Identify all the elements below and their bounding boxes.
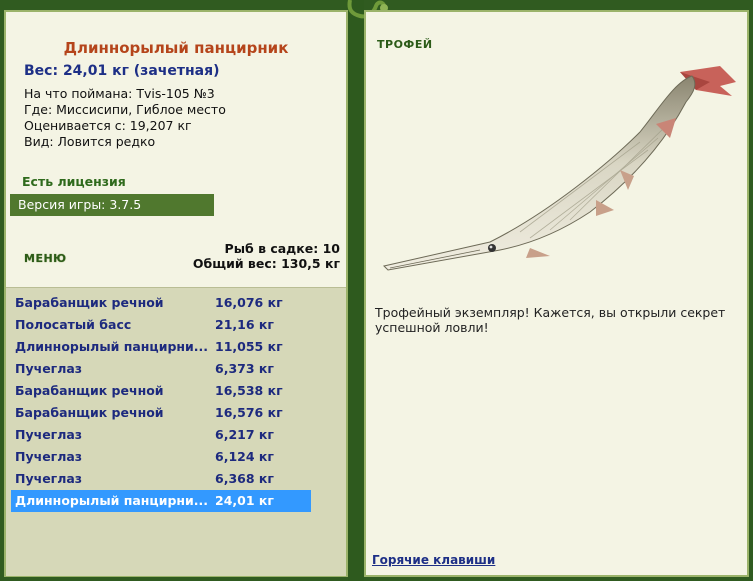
catch-name: Пучеглаз	[15, 361, 83, 376]
catch-row[interactable]: Длиннорылый панцирни... 11,055 кг	[11, 336, 311, 358]
gar-fish-image	[383, 66, 736, 271]
catch-row[interactable]: Полосатый басс 21,16 кг	[11, 314, 311, 336]
catch-name: Полосатый басс	[15, 317, 132, 332]
hotkeys-link[interactable]: Горячие клавиши	[372, 553, 495, 567]
catch-weight: 16,076 кг	[215, 295, 283, 310]
catch-list: Барабанщик речной 16,076 кг Полосатый басс…	[11, 292, 311, 512]
trophy-description: Трофейный экземпляр! Кажется, вы открыли…	[375, 305, 726, 335]
keepnet-stats: Рыб в садке: 10 Общий вес: 130,5 кг	[193, 241, 340, 271]
catch-name: Длиннорылый панцирни...	[15, 493, 209, 508]
catch-row[interactable]: Пучеглаз 6,124 кг	[11, 446, 311, 468]
version-bar: Версия игры: 3.7.5	[10, 194, 214, 216]
catch-name: Барабанщик речной	[15, 405, 164, 420]
catch-row[interactable]: Барабанщик речной 16,076 кг	[11, 292, 311, 314]
catch-weight: 6,373 кг	[215, 361, 274, 376]
license-status: Есть лицензия	[22, 174, 126, 189]
fish-weight: Вес: 24,01 кг (зачетная)	[24, 63, 220, 79]
fish-title: Длиннорылый панцирник	[63, 39, 289, 57]
catch-weight: 16,576 кг	[215, 405, 283, 420]
rarity-info: Вид: Ловится редко	[24, 134, 156, 149]
bait-info: На что поймана: Tvis-105 №3	[24, 86, 215, 101]
catch-name: Барабанщик речной	[15, 383, 164, 398]
catch-weight: 24,01 кг	[215, 493, 274, 508]
fish-details: Длиннорылый панцирник Вес: 24,01 кг (зач…	[6, 12, 346, 287]
trophy-label: ТРОФЕЙ	[377, 38, 433, 51]
catch-name: Пучеглаз	[15, 449, 83, 464]
fish-info-panel: Длиннорылый панцирник Вес: 24,01 кг (зач…	[4, 10, 348, 577]
game-window: Длиннорылый панцирник Вес: 24,01 кг (зач…	[0, 0, 753, 581]
catch-weight: 21,16 кг	[215, 317, 274, 332]
panel-divider	[348, 0, 364, 581]
catch-name: Пучеглаз	[15, 471, 83, 486]
catch-name: Барабанщик речной	[15, 295, 164, 310]
catch-name: Длиннорылый панцирни...	[15, 339, 209, 354]
menu-button[interactable]: МЕНЮ	[24, 252, 67, 265]
catch-name: Пучеглаз	[15, 427, 83, 442]
fish-count: Рыб в садке: 10	[224, 241, 340, 256]
total-weight: Общий вес: 130,5 кг	[192, 256, 340, 271]
location-info: Где: Миссисипи, Гиблое место	[24, 102, 226, 117]
catch-row[interactable]: Барабанщик речной 16,538 кг	[11, 380, 311, 402]
catch-row[interactable]: Пучеглаз 6,373 кг	[11, 358, 311, 380]
catch-row[interactable]: Пучеглаз 6,217 кг	[11, 424, 311, 446]
catch-weight: 6,217 кг	[215, 427, 274, 442]
catch-weight: 16,538 кг	[215, 383, 283, 398]
catch-weight: 6,124 кг	[215, 449, 274, 464]
catch-row[interactable]: Пучеглаз 6,368 кг	[11, 468, 311, 490]
catch-row[interactable]: Длиннорылый панцирни... 24,01 кг	[11, 490, 311, 512]
catch-row[interactable]: Барабанщик речной 16,576 кг	[11, 402, 311, 424]
value-info: Оценивается с: 19,207 кг	[24, 118, 192, 133]
catch-weight: 6,368 кг	[215, 471, 274, 486]
catch-weight: 11,055 кг	[215, 339, 283, 354]
trophy-panel: ТРОФЕЙ Трофейный экземпляр! Кажется, вы …	[364, 10, 749, 577]
